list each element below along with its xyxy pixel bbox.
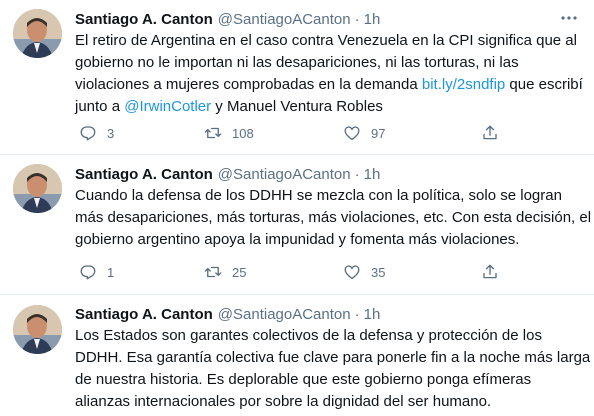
tweet-actions: 3 108 97 <box>75 122 515 144</box>
retweet-icon <box>204 124 222 142</box>
text-segment: que escribí <box>505 76 583 93</box>
more-options-icon[interactable] <box>558 9 580 27</box>
separator-dot: · <box>354 305 360 323</box>
share-button[interactable] <box>481 261 499 283</box>
share-icon <box>481 263 499 281</box>
tweet-text-line: más desapariciones, más torturas, más vi… <box>75 207 591 229</box>
text-segment: gobierno no le importan ni las desaparic… <box>75 54 519 71</box>
tweet-header: Santiago A. Canton @SantiagoACanton · 1h <box>75 163 380 185</box>
text-segment: DDHH. Esa garantía colectiva fue clave p… <box>75 349 591 366</box>
reply-button[interactable]: 1 <box>79 261 114 283</box>
tweet-text-line: gobierno no le importan ni las desaparic… <box>75 52 585 74</box>
tweet-text: Cuando la defensa de los DDHH se mezcla … <box>75 185 591 251</box>
retweet-button[interactable]: 25 <box>204 261 246 283</box>
tweet-header: Santiago A. Canton @SantiagoACanton · 1h <box>75 303 380 325</box>
author-handle[interactable]: @SantiagoACanton <box>218 306 351 323</box>
tweet-text-line: de nuestra historia. Es deplorable que e… <box>75 369 585 391</box>
separator-dot: · <box>354 10 360 28</box>
tweet-timestamp[interactable]: 1h <box>364 11 381 28</box>
text-segment: más desapariciones, más torturas, más vi… <box>75 209 592 226</box>
like-icon <box>343 263 361 281</box>
tweet[interactable]: Santiago A. Canton @SantiagoACanton · 1h… <box>0 295 594 416</box>
tweet-text-line: junto a @IrwinCotler y Manuel Ventura Ro… <box>75 96 585 118</box>
like-count: 35 <box>371 264 386 280</box>
tweet-text-line: El retiro de Argentina en el caso contra… <box>75 30 585 52</box>
tweet-text-line: Cuando la defensa de los DDHH se mezcla … <box>75 185 585 207</box>
mention-link[interactable]: @IrwinCotler <box>124 98 211 115</box>
tweet-timestamp[interactable]: 1h <box>364 306 381 323</box>
text-segment: El retiro de Argentina en el caso contra… <box>75 32 577 49</box>
reply-count: 1 <box>107 264 115 280</box>
avatar[interactable] <box>13 305 62 354</box>
separator-dot: · <box>354 165 360 183</box>
reply-count: 3 <box>107 125 115 141</box>
avatar[interactable] <box>13 9 62 58</box>
tweet-timestamp[interactable]: 1h <box>364 166 381 183</box>
reply-icon <box>79 124 97 142</box>
tweet[interactable]: Santiago A. Canton @SantiagoACanton · 1h… <box>0 0 594 155</box>
tweet-text: El retiro de Argentina en el caso contra… <box>75 30 585 118</box>
like-count: 97 <box>371 125 386 141</box>
url-link[interactable]: bit.ly/2sndfip <box>422 76 505 93</box>
text-segment: y Manuel Ventura Robles <box>211 98 383 115</box>
text-segment: violaciones a mujeres comprobadas en la … <box>75 76 422 93</box>
share-icon <box>481 124 499 142</box>
retweet-button[interactable]: 108 <box>204 122 254 144</box>
author-name[interactable]: Santiago A. Canton <box>75 166 213 183</box>
text-segment: Los Estados son garantes colectivos de l… <box>75 327 542 344</box>
author-handle[interactable]: @SantiagoACanton <box>218 166 351 183</box>
text-segment: alianzas internacionales por sobre la di… <box>75 393 492 410</box>
tweet-header: Santiago A. Canton @SantiagoACanton · 1h <box>75 8 380 30</box>
like-button[interactable]: 35 <box>343 261 385 283</box>
avatar[interactable] <box>13 164 62 213</box>
share-button[interactable] <box>481 122 499 144</box>
tweet[interactable]: Santiago A. Canton @SantiagoACanton · 1h… <box>0 155 594 295</box>
tweet-text-line: alianzas internacionales por sobre la di… <box>75 391 585 413</box>
tweet-text-line: violaciones a mujeres comprobadas en la … <box>75 74 585 96</box>
reply-button[interactable]: 3 <box>79 122 114 144</box>
text-segment: Cuando la defensa de los DDHH se mezcla … <box>75 187 562 204</box>
author-name[interactable]: Santiago A. Canton <box>75 306 213 323</box>
like-button[interactable]: 97 <box>343 122 385 144</box>
like-icon <box>343 124 361 142</box>
author-name[interactable]: Santiago A. Canton <box>75 11 213 28</box>
text-segment: gobierno argentino apoya la impunidad y … <box>75 231 520 248</box>
retweet-icon <box>204 263 222 281</box>
tweet-timeline: Santiago A. Canton @SantiagoACanton · 1h… <box>0 0 594 416</box>
tweet-actions: 1 25 35 <box>75 261 515 283</box>
tweet-text-line: gobierno argentino apoya la impunidad y … <box>75 229 585 251</box>
tweet-text-line: DDHH. Esa garantía colectiva fue clave p… <box>75 347 590 369</box>
reply-icon <box>79 263 97 281</box>
text-segment: de nuestra historia. Es deplorable que e… <box>75 371 532 388</box>
retweet-count: 108 <box>232 125 254 141</box>
author-handle[interactable]: @SantiagoACanton <box>218 11 351 28</box>
text-segment: junto a <box>75 98 125 115</box>
tweet-text: Los Estados son garantes colectivos de l… <box>75 325 590 413</box>
tweet-text-line: Los Estados son garantes colectivos de l… <box>75 325 585 347</box>
retweet-count: 25 <box>232 264 247 280</box>
